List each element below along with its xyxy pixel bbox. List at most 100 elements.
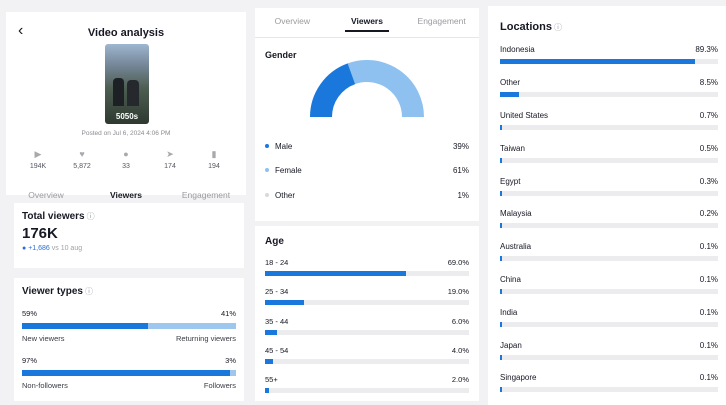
legend-value: 39%: [452, 142, 469, 151]
stat-value: 33: [122, 163, 130, 170]
location-bar-fill: [500, 256, 502, 261]
age-label: 35 - 44: [265, 317, 289, 326]
total-viewers-value: 176K: [22, 225, 58, 242]
legend-row-other: Other 1%: [265, 191, 469, 200]
stat-value: 194K: [29, 163, 47, 170]
pct-left: 97%: [22, 356, 38, 365]
stat-views: ▶ 194K: [18, 148, 58, 170]
legend-row-male: Male 39%: [265, 142, 469, 151]
location-value: 0.7%: [699, 111, 718, 120]
info-icon[interactable]: ⓘ: [85, 286, 93, 297]
info-icon[interactable]: ⓘ: [87, 211, 95, 222]
video-thumbnail[interactable]: 5050s: [105, 44, 149, 124]
age-value: 69.0%: [447, 258, 469, 267]
location-bar-fill: [500, 59, 695, 64]
location-value: 8.5%: [699, 78, 718, 87]
location-bar: [500, 256, 718, 261]
stat-comments: ● 33: [106, 148, 146, 170]
info-icon[interactable]: ⓘ: [554, 22, 562, 33]
delta: ● +1,686 vs 10 aug: [22, 245, 236, 252]
thumbnail-label: 5050s: [115, 112, 139, 121]
card-title: Viewer types ⓘ: [22, 286, 93, 297]
age-bar-fill: [265, 271, 406, 276]
female-arc: [347, 60, 424, 118]
tab-viewers[interactable]: Viewers: [330, 16, 404, 32]
share-icon: ➤: [166, 149, 174, 159]
location-row: United States 0.7%: [500, 111, 718, 130]
location-label: Other: [500, 78, 521, 87]
legend-label: Male: [275, 142, 293, 151]
location-value: 0.1%: [699, 308, 718, 317]
stat-likes: ♥ 5,872: [62, 148, 102, 170]
location-bar: [500, 158, 718, 163]
page-title: Video analysis: [87, 27, 165, 39]
location-bar: [500, 92, 718, 97]
location-row: Australia 0.1%: [500, 242, 718, 261]
pct-right: 41%: [220, 309, 236, 318]
stat-value: 5,872: [73, 163, 91, 170]
delta-suffix: vs 10 aug: [51, 245, 83, 252]
location-bar-fill: [500, 289, 502, 294]
split-bar: [22, 370, 236, 376]
age-row: 18 - 24 69.0%: [265, 258, 469, 276]
play-icon: ▶: [34, 149, 42, 159]
legend-dot: [265, 143, 269, 148]
location-bar-fill: [500, 322, 502, 327]
location-value: 0.2%: [699, 209, 718, 218]
location-label: Indonesia: [500, 45, 535, 54]
location-row: Egypt 0.3%: [500, 177, 718, 196]
age-row: 25 - 34 19.0%: [265, 287, 469, 305]
location-value: 0.1%: [699, 341, 718, 350]
delta-value: +1,686: [28, 245, 50, 252]
legend-row-female: Female 61%: [265, 166, 469, 175]
tab-engagement[interactable]: Engagement: [405, 16, 479, 31]
male-arc: [310, 63, 356, 118]
location-label: Malaysia: [500, 209, 532, 218]
location-value: 0.1%: [699, 275, 718, 284]
tab-overview[interactable]: Overview: [255, 16, 329, 31]
age-bar: [265, 359, 469, 364]
location-bar: [500, 125, 718, 130]
location-label: United States: [500, 111, 549, 120]
location-bar-fill: [500, 355, 502, 360]
age-label: 45 - 54: [265, 346, 289, 355]
stat-saves: ▮ 194: [194, 148, 234, 170]
legend-dot: [265, 167, 269, 172]
age-row: 45 - 54 4.0%: [265, 346, 469, 364]
pct-right: 3%: [225, 356, 236, 365]
location-bar: [500, 387, 718, 392]
location-value: 0.5%: [699, 144, 718, 153]
age-value: 4.0%: [451, 346, 469, 355]
location-bar-fill: [500, 191, 502, 196]
label-left: Non-followers: [22, 381, 68, 390]
person-figure: [127, 80, 139, 106]
age-row: 55+ 2.0%: [265, 375, 469, 393]
age-value: 19.0%: [447, 287, 469, 296]
stat-value: 194: [208, 163, 220, 170]
stat-shares: ➤ 174: [150, 148, 190, 170]
header: ‹ Video analysis: [6, 12, 246, 42]
location-bar-fill: [500, 125, 502, 130]
age-label: 18 - 24: [265, 258, 289, 267]
split-fill: [22, 370, 230, 376]
location-value: 0.3%: [699, 177, 718, 186]
location-row: Indonesia 89.3%: [500, 45, 718, 64]
location-row: Japan 0.1%: [500, 341, 718, 360]
gender-card: Gender Male 39% Female 61% Other 1%: [255, 38, 479, 221]
posted-date: Posted on Jul 6, 2024 4:06 PM: [81, 130, 171, 137]
location-label: Australia: [500, 242, 532, 251]
label-right: Followers: [203, 381, 236, 390]
split-fill: [22, 323, 149, 329]
location-bar-fill: [500, 92, 519, 97]
age-label: 25 - 34: [265, 287, 289, 296]
location-row: Other 8.5%: [500, 78, 718, 97]
pct-left: 59%: [22, 309, 38, 318]
location-label: Egypt: [500, 177, 521, 186]
legend-value: 1%: [457, 191, 469, 200]
legend-value: 61%: [452, 166, 469, 175]
location-label: Singapore: [500, 373, 537, 382]
location-bar: [500, 289, 718, 294]
stats-row: ▶ 194K ♥ 5,872 ● 33 ➤ 174 ▮ 194: [18, 148, 234, 170]
age-label: 55+: [265, 375, 278, 384]
location-bar: [500, 223, 718, 228]
